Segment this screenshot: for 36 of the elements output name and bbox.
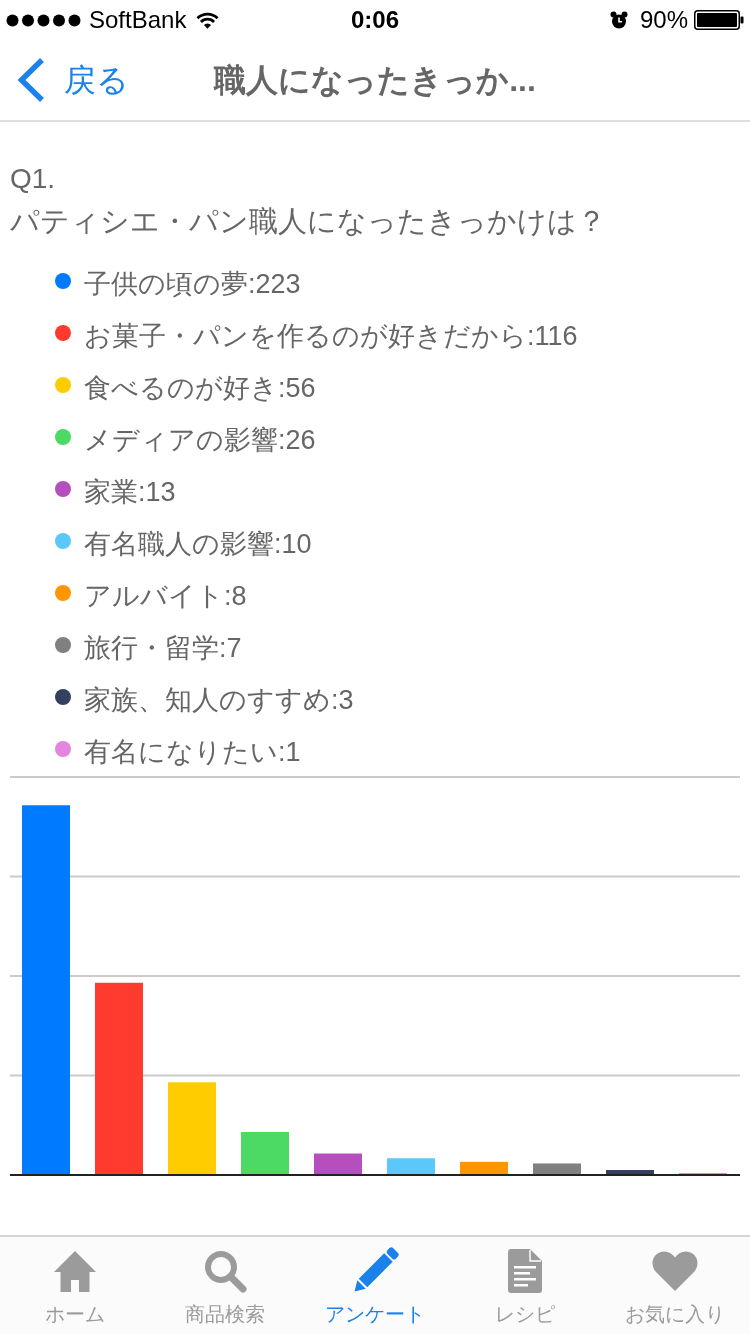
legend-label: 食べるのが好き:56 [84, 372, 316, 405]
chart-bar [314, 1153, 362, 1175]
chart-bar [606, 1170, 654, 1175]
clock-time: 0:06 [350, 6, 399, 34]
back-chevron-icon [16, 57, 46, 103]
back-button[interactable]: 戻る [16, 57, 129, 103]
tab-bar-item[interactable]: お気に入り [600, 1237, 750, 1334]
legend-label: 家業:13 [84, 476, 176, 509]
question-text: パティシエ・パン職人になったきっかけは？ [9, 204, 607, 239]
legend-label: 有名職人の影響:10 [84, 528, 312, 561]
legend-label: 旅行・留学:7 [84, 632, 242, 665]
chart-bar [241, 1132, 289, 1175]
legend-label: 有名になりたい:1 [84, 736, 301, 769]
wifi-icon [196, 11, 220, 29]
tab-bar-item[interactable]: 商品検索 [150, 1237, 300, 1334]
signal-strength-icon [6, 13, 82, 27]
question-number: Q1. [9, 162, 57, 196]
legend-label: アルバイト:8 [84, 580, 247, 613]
legend-label: 子供の頃の夢:223 [84, 268, 301, 301]
screen-title: 職人になったきっか... [214, 61, 536, 100]
tab-bar-item[interactable]: アンケート [300, 1237, 450, 1334]
battery-icon [694, 10, 744, 30]
chart-bar [460, 1161, 508, 1175]
legend-label: 家族、知人のすすめ:3 [84, 684, 354, 717]
alarm-clock-icon [609, 11, 628, 29]
document-icon [508, 1249, 542, 1293]
legend-label: メディアの影響:26 [84, 424, 316, 457]
search-icon [203, 1249, 247, 1293]
home-icon [53, 1250, 97, 1292]
legend-label: お菓子・パンを作るのが好きだから:116 [84, 320, 578, 353]
tab-bar-item[interactable]: ホーム [0, 1237, 150, 1334]
battery-percentage: 90% [639, 6, 688, 34]
carrier-name: SoftBank [89, 6, 187, 34]
tab-bar-item[interactable]: レシピ [450, 1237, 600, 1334]
heart-icon [651, 1250, 699, 1292]
chart-bar [533, 1163, 581, 1175]
